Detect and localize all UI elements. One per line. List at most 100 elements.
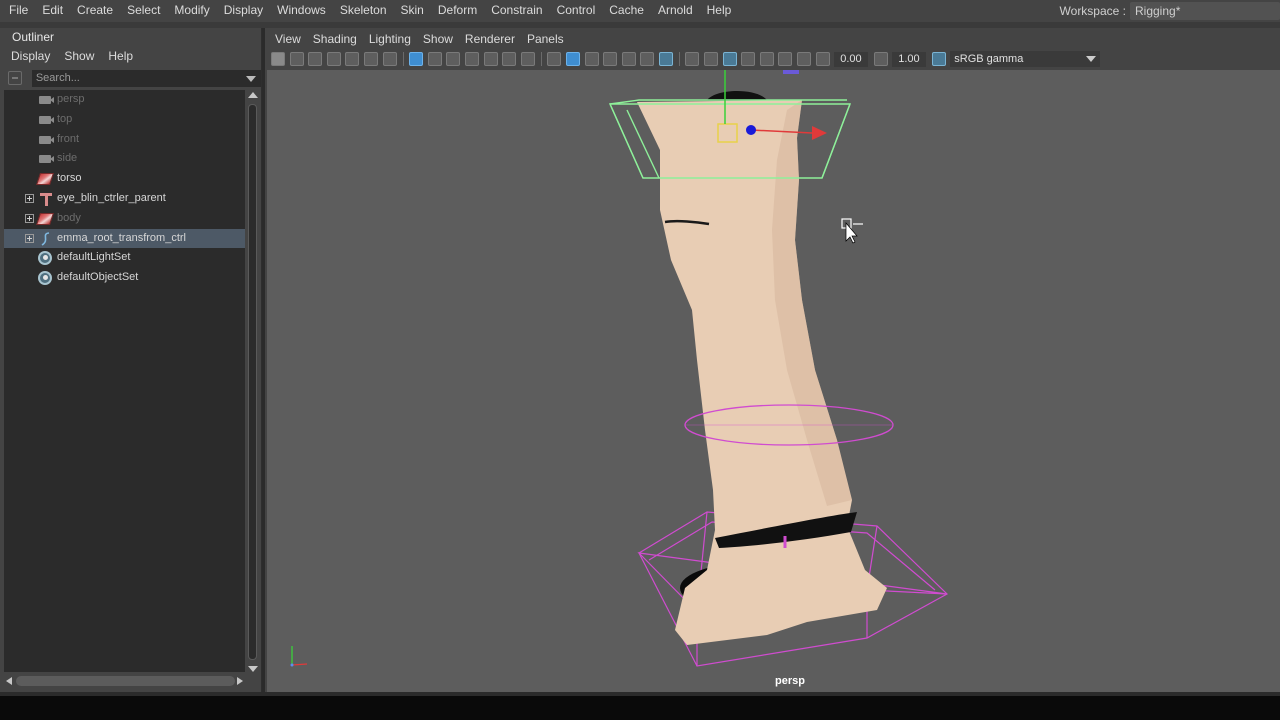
toolbar-separator — [403, 52, 405, 66]
toolbar-separator — [541, 52, 543, 66]
colorspace-dropdown[interactable]: sRGB gamma — [950, 51, 1101, 67]
mesh-icon — [36, 172, 54, 186]
outliner-item-emma-root-transfrom-ctrl[interactable]: emma_root_transfrom_ctrl — [4, 228, 245, 249]
outliner-menu-display[interactable]: Display — [4, 49, 57, 63]
safe-title-icon[interactable] — [520, 52, 535, 66]
outliner-menu-help[interactable]: Help — [101, 49, 140, 63]
2d-pan-zoom-icon[interactable] — [363, 52, 378, 66]
set-icon — [38, 271, 54, 286]
scroll-up-icon[interactable] — [248, 92, 258, 98]
scroll-right-icon[interactable] — [237, 677, 243, 685]
scene-render[interactable] — [267, 70, 1280, 694]
isolate-select-icon[interactable] — [741, 52, 756, 66]
motion-blur-icon[interactable] — [685, 52, 700, 66]
gamma-icon[interactable] — [873, 52, 888, 66]
gate-mask-icon[interactable] — [464, 52, 479, 66]
menu-edit[interactable]: Edit — [35, 0, 70, 22]
select-camera-icon[interactable] — [271, 52, 285, 66]
xray-components-icon[interactable] — [797, 52, 812, 66]
viewport-menu-view[interactable]: View — [269, 32, 307, 46]
outliner-horizontal-scrollbar[interactable] — [4, 674, 245, 688]
mesh-icon — [36, 212, 54, 226]
manipulator-x-arrow — [812, 126, 827, 140]
menu-help[interactable]: Help — [700, 0, 739, 22]
menu-skin[interactable]: Skin — [394, 0, 431, 22]
scroll-down-icon[interactable] — [248, 666, 258, 672]
outliner-item-defaultobjectset[interactable]: defaultObjectSet — [4, 268, 245, 288]
outliner-item-side[interactable]: side — [4, 149, 245, 169]
menu-windows[interactable]: Windows — [270, 0, 333, 22]
field-chart-icon[interactable] — [483, 52, 498, 66]
menu-create[interactable]: Create — [70, 0, 120, 22]
outliner-item-torso[interactable]: torso — [4, 169, 245, 189]
outliner-item-defaultlightset[interactable]: defaultLightSet — [4, 248, 245, 268]
expand-icon[interactable] — [25, 213, 34, 223]
viewport-menu-show[interactable]: Show — [417, 32, 459, 46]
screen-space-ao-icon[interactable] — [658, 52, 673, 66]
menu-deform[interactable]: Deform — [431, 0, 484, 22]
set-icon — [38, 251, 54, 266]
textured-icon[interactable] — [603, 52, 618, 66]
viewport-menu-renderer[interactable]: Renderer — [459, 32, 521, 46]
bookmark-icon[interactable] — [308, 52, 323, 66]
outliner-vertical-scrollbar[interactable] — [247, 90, 259, 672]
outliner-item-body[interactable]: body — [4, 209, 245, 229]
grid-icon[interactable] — [409, 52, 424, 66]
viewport-menu-lighting[interactable]: Lighting — [363, 32, 417, 46]
viewport-menu-bar: View Shading Lighting Show Renderer Pane… — [265, 28, 1280, 50]
filter-icon[interactable] — [8, 71, 22, 85]
workspace-dropdown[interactable]: Rigging* — [1130, 2, 1280, 20]
xray-joints-icon[interactable] — [778, 52, 793, 66]
search-input[interactable] — [31, 69, 242, 87]
menu-skeleton[interactable]: Skeleton — [333, 0, 394, 22]
wireframe-icon[interactable] — [547, 52, 562, 66]
image-plane-icon[interactable] — [326, 52, 341, 66]
menu-arnold[interactable]: Arnold — [651, 0, 700, 22]
torso-mesh — [637, 100, 887, 645]
gamma-field[interactable]: 1.00 — [892, 51, 926, 67]
multisample-aa-icon[interactable] — [704, 52, 719, 66]
search-dropdown-arrow-icon[interactable] — [241, 69, 261, 87]
scroll-thumb[interactable] — [16, 676, 235, 686]
camera-attributes-icon[interactable] — [289, 52, 304, 66]
menu-file[interactable]: File — [0, 0, 35, 22]
pen-icon[interactable] — [382, 52, 397, 66]
menu-control[interactable]: Control — [550, 0, 603, 22]
scroll-thumb[interactable] — [248, 104, 257, 660]
menu-display[interactable]: Display — [217, 0, 270, 22]
outliner-item-label: persp — [57, 93, 85, 105]
exposure-icon[interactable] — [815, 52, 830, 66]
exposure-field[interactable]: 0.00 — [834, 51, 868, 67]
xray-icon[interactable] — [759, 52, 774, 66]
film-gate-icon[interactable] — [427, 52, 442, 66]
3d-viewport[interactable]: persp — [267, 70, 1280, 694]
outliner-item-front[interactable]: front — [4, 130, 245, 150]
camera-name-label: persp — [775, 675, 805, 687]
smooth-shade-icon[interactable] — [565, 52, 580, 66]
mouse-cursor-icon — [841, 218, 863, 244]
grease-pencil-icon[interactable] — [345, 52, 360, 66]
depth-of-field-icon[interactable] — [722, 52, 737, 66]
use-all-lights-icon[interactable] — [621, 52, 636, 66]
color-management-icon[interactable] — [931, 52, 946, 66]
tab-outliner[interactable]: Outliner — [4, 28, 63, 46]
shadows-icon[interactable] — [640, 52, 655, 66]
outliner-menu-show[interactable]: Show — [57, 49, 101, 63]
safe-action-icon[interactable] — [502, 52, 517, 66]
outliner-item-persp[interactable]: persp — [4, 90, 245, 110]
menu-cache[interactable]: Cache — [602, 0, 651, 22]
expand-icon[interactable] — [25, 193, 34, 203]
expand-icon[interactable] — [25, 233, 34, 243]
wireframe-on-shaded-icon[interactable] — [584, 52, 599, 66]
resolution-gate-icon[interactable] — [446, 52, 461, 66]
menu-constrain[interactable]: Constrain — [484, 0, 549, 22]
viewport-menu-panels[interactable]: Panels — [521, 32, 570, 46]
outliner-tab-bar: Outliner — [0, 28, 261, 46]
menu-modify[interactable]: Modify — [167, 0, 216, 22]
joint-icon — [38, 192, 54, 206]
outliner-item-eye-blin-ctrler-parent[interactable]: eye_blin_ctrler_parent — [4, 189, 245, 209]
scroll-left-icon[interactable] — [6, 677, 12, 685]
menu-select[interactable]: Select — [120, 0, 167, 22]
outliner-item-top[interactable]: top — [4, 110, 245, 130]
viewport-menu-shading[interactable]: Shading — [307, 32, 363, 46]
